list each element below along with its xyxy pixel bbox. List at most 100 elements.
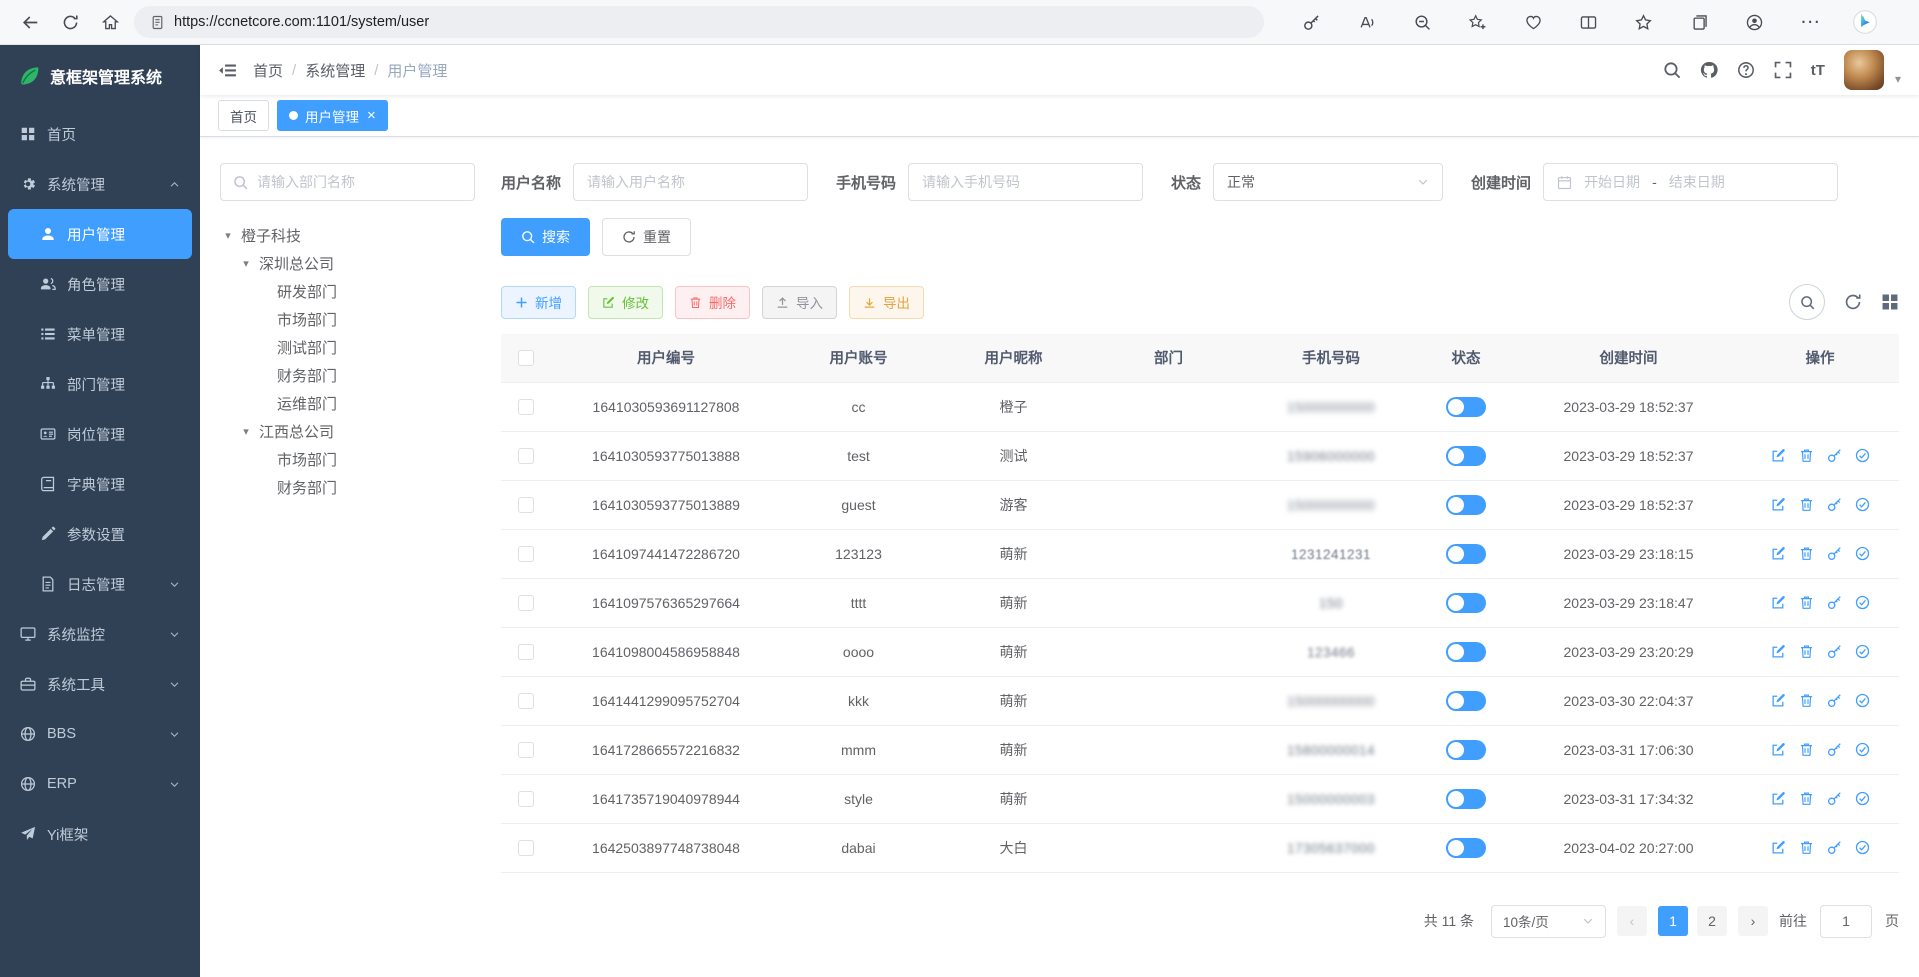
- sidebar-item-system[interactable]: 系统管理: [8, 159, 192, 209]
- row-checkbox[interactable]: [518, 399, 534, 415]
- sidebar-item-role[interactable]: 角色管理: [8, 259, 192, 309]
- tag-home[interactable]: 首页: [218, 100, 269, 131]
- delete-icon[interactable]: [1799, 595, 1814, 610]
- tree-node[interactable]: 财务部门: [220, 361, 475, 389]
- edit-icon[interactable]: [1771, 497, 1786, 512]
- delete-icon[interactable]: [1799, 644, 1814, 659]
- github-icon[interactable]: [1700, 61, 1718, 79]
- breadcrumb-item[interactable]: 首页: [253, 60, 283, 81]
- status-toggle[interactable]: [1446, 838, 1486, 858]
- sidebar-item-menu[interactable]: 菜单管理: [8, 309, 192, 359]
- browser-refresh-icon[interactable]: [54, 6, 86, 38]
- status-toggle[interactable]: [1446, 544, 1486, 564]
- sidebar-item-user[interactable]: 用户管理: [8, 209, 192, 259]
- bing-icon[interactable]: [1849, 6, 1881, 38]
- reset-password-icon[interactable]: [1827, 840, 1842, 855]
- status-toggle[interactable]: [1446, 495, 1486, 515]
- caret-down-icon[interactable]: ▾: [238, 425, 254, 438]
- username-input[interactable]: [573, 163, 808, 201]
- edit-icon[interactable]: [1771, 791, 1786, 806]
- status-toggle[interactable]: [1446, 789, 1486, 809]
- assign-role-icon[interactable]: [1855, 791, 1870, 806]
- row-checkbox[interactable]: [518, 742, 534, 758]
- caret-down-icon[interactable]: ▾: [238, 257, 254, 270]
- breadcrumb-item[interactable]: 系统管理: [305, 60, 365, 81]
- phone-input[interactable]: [908, 163, 1143, 201]
- reset-password-icon[interactable]: [1827, 693, 1842, 708]
- reset-password-icon[interactable]: [1827, 742, 1842, 757]
- assign-role-icon[interactable]: [1855, 693, 1870, 708]
- zoom-icon[interactable]: [1406, 6, 1438, 38]
- sidebar-item-param[interactable]: 参数设置: [8, 509, 192, 559]
- next-page-button[interactable]: ›: [1738, 906, 1768, 936]
- refresh-table-button[interactable]: [1844, 293, 1862, 311]
- row-checkbox[interactable]: [518, 791, 534, 807]
- assign-role-icon[interactable]: [1855, 497, 1870, 512]
- edit-icon[interactable]: [1771, 595, 1786, 610]
- edit-icon[interactable]: [1771, 693, 1786, 708]
- header-search-icon[interactable]: [1663, 61, 1681, 79]
- import-button[interactable]: 导入: [762, 286, 837, 319]
- row-checkbox[interactable]: [518, 497, 534, 513]
- collapse-sidebar-icon[interactable]: [218, 61, 237, 80]
- browser-profile-button[interactable]: [1739, 6, 1771, 38]
- status-toggle[interactable]: [1446, 593, 1486, 613]
- column-settings-button[interactable]: [1881, 293, 1899, 311]
- tree-node[interactable]: 研发部门: [220, 277, 475, 305]
- tree-node[interactable]: 市场部门: [220, 445, 475, 473]
- sidebar-item-tool[interactable]: 系统工具: [8, 659, 192, 709]
- sidebar-item-bbs[interactable]: BBS: [8, 709, 192, 759]
- dept-search-input[interactable]: [257, 174, 462, 190]
- tree-node[interactable]: 市场部门: [220, 305, 475, 333]
- fullscreen-icon[interactable]: [1774, 61, 1792, 79]
- status-toggle[interactable]: [1446, 642, 1486, 662]
- add-favorite-icon[interactable]: [1462, 6, 1494, 38]
- select-all-checkbox[interactable]: [518, 350, 534, 366]
- page-button-2[interactable]: 2: [1697, 906, 1727, 936]
- reset-password-icon[interactable]: [1827, 644, 1842, 659]
- browser-essentials-icon[interactable]: [1517, 6, 1549, 38]
- collections-icon[interactable]: [1683, 6, 1715, 38]
- reset-password-icon[interactable]: [1827, 595, 1842, 610]
- edit-icon[interactable]: [1771, 840, 1786, 855]
- assign-role-icon[interactable]: [1855, 448, 1870, 463]
- delete-icon[interactable]: [1799, 791, 1814, 806]
- sidebar-item-log[interactable]: 日志管理: [8, 559, 192, 609]
- status-toggle[interactable]: [1446, 691, 1486, 711]
- row-checkbox[interactable]: [518, 595, 534, 611]
- edit-icon[interactable]: [1771, 742, 1786, 757]
- export-button[interactable]: 导出: [849, 286, 924, 319]
- browser-home-icon[interactable]: [94, 6, 126, 38]
- reset-button[interactable]: 重置: [602, 218, 691, 256]
- help-icon[interactable]: [1737, 61, 1755, 79]
- search-button[interactable]: 搜索: [501, 218, 590, 256]
- row-checkbox[interactable]: [518, 448, 534, 464]
- status-toggle[interactable]: [1446, 740, 1486, 760]
- assign-role-icon[interactable]: [1855, 742, 1870, 757]
- tree-node[interactable]: ▾深圳总公司: [220, 249, 475, 277]
- date-range-picker[interactable]: 开始日期 - 结束日期: [1543, 163, 1838, 201]
- reset-password-icon[interactable]: [1827, 497, 1842, 512]
- close-icon[interactable]: ×: [367, 108, 376, 123]
- read-aloud-icon[interactable]: [1351, 6, 1383, 38]
- sidebar-item-erp[interactable]: ERP: [8, 759, 192, 809]
- prev-page-button[interactable]: ‹: [1617, 906, 1647, 936]
- row-checkbox[interactable]: [518, 644, 534, 660]
- assign-role-icon[interactable]: [1855, 546, 1870, 561]
- back-icon[interactable]: [14, 6, 46, 38]
- delete-icon[interactable]: [1799, 840, 1814, 855]
- sidebar-item-dict[interactable]: 字典管理: [8, 459, 192, 509]
- edit-icon[interactable]: [1771, 448, 1786, 463]
- tree-node[interactable]: 测试部门: [220, 333, 475, 361]
- row-checkbox[interactable]: [518, 693, 534, 709]
- add-button[interactable]: 新增: [501, 286, 576, 319]
- page-size-select[interactable]: 10条/页: [1491, 905, 1606, 938]
- assign-role-icon[interactable]: [1855, 840, 1870, 855]
- delete-icon[interactable]: [1799, 742, 1814, 757]
- sidebar-item-monitor[interactable]: 系统监控: [8, 609, 192, 659]
- goto-page-input[interactable]: [1820, 905, 1872, 938]
- sidebar-item-post[interactable]: 岗位管理: [8, 409, 192, 459]
- caret-down-icon[interactable]: ▾: [220, 229, 236, 242]
- address-bar[interactable]: https://ccnetcore.com:1101/system/user: [134, 6, 1264, 38]
- toggle-search-button[interactable]: [1789, 284, 1825, 320]
